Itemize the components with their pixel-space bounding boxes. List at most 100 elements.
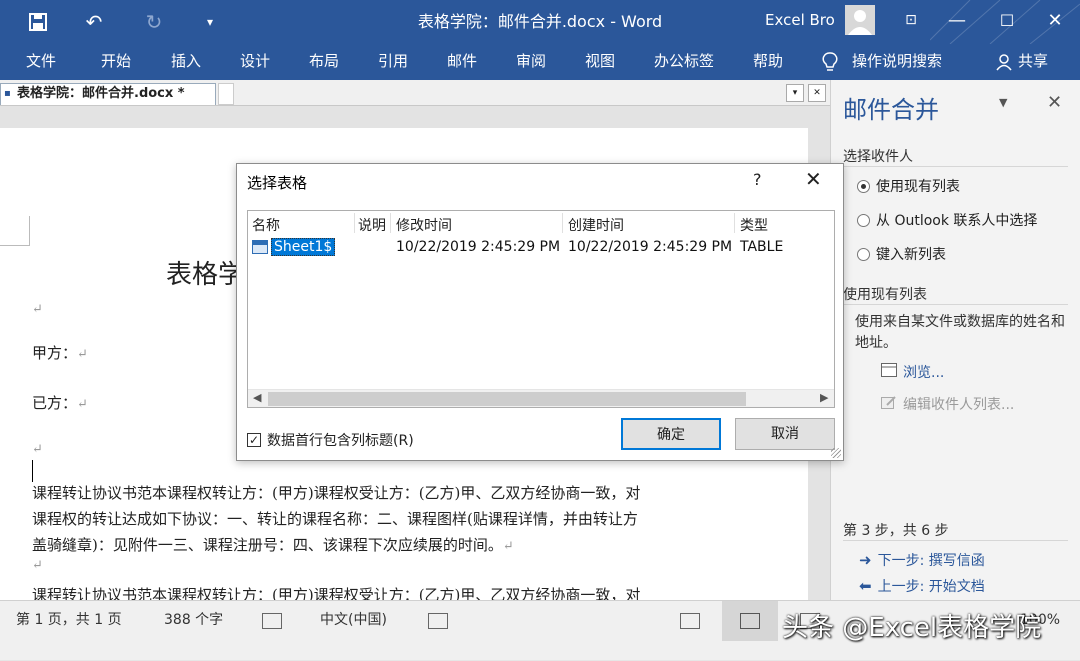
tab-help[interactable]: 帮助 (753, 44, 783, 80)
first-row-headers-checkbox[interactable]: ✓ 数据首行包含列标题(R) (247, 430, 414, 450)
word-count[interactable]: 388 个字 (164, 601, 223, 661)
pane-description: 使用来自某文件或数据库的姓名和地址。 (855, 314, 1065, 351)
section-select-recipients: 选择收件人 (843, 149, 913, 165)
document-tab-icon: ▪ (4, 88, 11, 99)
save-icon[interactable] (18, 0, 58, 44)
column-separator[interactable] (354, 213, 355, 233)
body-line-4: 课程转让协议书范本课程权转让方：(甲方)课程权受让方：(乙方)甲、乙双方经协商一… (32, 586, 641, 600)
proofing-icon[interactable] (262, 613, 282, 629)
tell-me-search[interactable]: 操作说明搜索 (852, 44, 942, 80)
divider (843, 166, 1068, 167)
table-row[interactable]: Sheet1$ (252, 237, 336, 257)
column-header-created[interactable]: 创建时间 (568, 215, 624, 235)
radio-use-existing-list[interactable]: 使用现有列表 (857, 176, 960, 196)
tab-review[interactable]: 审阅 (516, 44, 546, 80)
ok-button[interactable]: 确定 (621, 418, 721, 450)
cancel-button[interactable]: 取消 (735, 418, 835, 450)
tab-file[interactable]: 文件 (26, 44, 56, 80)
tab-insert[interactable]: 插入 (171, 44, 201, 80)
radio-label: 键入新列表 (876, 247, 946, 263)
edit-recipient-list-link[interactable]: 编辑收件人列表... (881, 394, 1014, 414)
ribbon-tabs: 文件 开始 插入 设计 布局 引用 邮件 审阅 视图 办公标签 帮助 操作说明搜… (0, 44, 1080, 80)
column-separator[interactable] (734, 213, 735, 233)
scroll-left-icon[interactable]: ◀ (253, 391, 261, 404)
column-header-type[interactable]: 类型 (740, 215, 768, 235)
avatar[interactable] (845, 5, 875, 35)
scrollbar-thumb[interactable] (268, 392, 746, 406)
horizontal-scrollbar[interactable]: ◀ ▶ (248, 389, 834, 407)
pane-options-icon[interactable]: ▼ (999, 96, 1007, 109)
paragraph-mark: ↵ (32, 558, 43, 573)
minimize-icon[interactable]: — (934, 0, 980, 40)
margin-mark (0, 216, 30, 246)
language-indicator[interactable]: 中文(中国) (320, 601, 387, 661)
document-tab-strip: ▪ 表格学院：邮件合并.docx * ▾ ✕ (0, 80, 830, 106)
dialog-close-icon[interactable]: ✕ (805, 167, 822, 191)
scroll-right-icon[interactable]: ▶ (820, 391, 828, 404)
maximize-icon[interactable]: ☐ (984, 0, 1030, 40)
paragraph-mark: ↵ (32, 442, 43, 457)
close-icon[interactable]: ✕ (1032, 0, 1078, 40)
resize-grip[interactable] (831, 448, 841, 458)
lightbulb-icon (822, 44, 838, 80)
help-button[interactable]: ? (753, 170, 762, 189)
document-tab[interactable]: ▪ 表格学院：邮件合并.docx * (0, 83, 216, 105)
customize-toolbar-icon[interactable]: ▾ (190, 0, 230, 44)
ribbon-display-icon[interactable]: ⊡ (888, 0, 934, 40)
tab-view[interactable]: 视图 (585, 44, 615, 80)
tab-list-dropdown-icon[interactable]: ▾ (786, 84, 804, 102)
step-indicator: 第 3 步，共 6 步 (843, 523, 949, 539)
redo-icon[interactable]: ↻ (134, 0, 174, 44)
column-header-modified[interactable]: 修改时间 (396, 215, 452, 235)
body-line-3-text: 盖骑缝章)：见附件一三、课程注册号：四、该课程下次应续展的时间。 (32, 536, 503, 554)
user-name[interactable]: Excel Bro (765, 0, 835, 44)
party-a-text: 甲方： (32, 344, 78, 362)
body-line-1: 课程转让协议书范本课程权转让方：(甲方)课程权受让方：(乙方)甲、乙双方经协商一… (32, 484, 641, 502)
select-table-dialog: 选择表格 ? ✕ 名称 说明 修改时间 创建时间 类型 Sheet1$ 10/2… (236, 163, 844, 461)
row-type-cell: TABLE (740, 239, 784, 255)
read-mode-icon[interactable] (680, 613, 700, 629)
tab-mailings[interactable]: 邮件 (447, 44, 477, 80)
tab-layout[interactable]: 布局 (309, 44, 339, 80)
status-bar: 第 1 页，共 1 页 388 个字 中文(中国) 100% 头条 @Excel… (0, 600, 1080, 660)
edit-list-icon (881, 395, 897, 413)
pane-close-icon[interactable]: ✕ (1047, 92, 1062, 113)
tab-office-tab[interactable]: 办公标签 (654, 44, 714, 80)
party-b-text: 已方： (32, 394, 78, 412)
undo-icon[interactable]: ↶ (74, 0, 114, 44)
new-tab-button[interactable] (218, 83, 234, 105)
section-use-existing-list: 使用现有列表 (843, 287, 927, 303)
divider (843, 540, 1068, 541)
radio-dot (857, 247, 870, 261)
tab-close-icon[interactable]: ✕ (808, 84, 826, 102)
column-header-description[interactable]: 说明 (358, 215, 386, 235)
column-separator[interactable] (562, 213, 563, 233)
party-a-label: 甲方：↵ (32, 342, 88, 363)
body-line-2: 课程权的转让达成如下协议：一、转让的课程名称：二、课程图样(贴课程详情，并由转让… (32, 510, 638, 528)
radio-type-new-list[interactable]: 键入新列表 (857, 244, 946, 264)
arrow-left-icon: ⬅ (859, 577, 872, 595)
macro-icon[interactable] (428, 613, 448, 629)
body-line-3: 盖骑缝章)：见附件一三、课程注册号：四、该课程下次应续展的时间。↵ (32, 534, 514, 555)
tab-design[interactable]: 设计 (240, 44, 270, 80)
document-heading: 表格学 (166, 260, 245, 290)
browse-icon (881, 363, 897, 381)
prev-step-link[interactable]: ⬅ 上一步: 开始文档 (859, 576, 985, 596)
radio-outlook-contacts[interactable]: 从 Outlook 联系人中选择 (857, 210, 1037, 230)
radio-label: 使用现有列表 (876, 179, 960, 195)
dialog-title: 选择表格 (247, 174, 308, 192)
prev-step-label: 上一步: 开始文档 (877, 579, 985, 595)
page-count[interactable]: 第 1 页，共 1 页 (16, 601, 122, 661)
paragraph-mark: ↵ (502, 539, 514, 554)
share-button[interactable]: 共享 (1018, 44, 1048, 80)
browse-link[interactable]: 浏览... (881, 362, 944, 382)
edit-list-label: 编辑收件人列表... (903, 397, 1015, 413)
column-separator[interactable] (390, 213, 391, 233)
paragraph-mark: ↵ (32, 302, 43, 317)
tab-references[interactable]: 引用 (378, 44, 408, 80)
next-step-link[interactable]: ➜ 下一步: 撰写信函 (859, 550, 985, 570)
table-list[interactable]: 名称 说明 修改时间 创建时间 类型 Sheet1$ 10/22/2019 2:… (247, 210, 835, 408)
tab-home[interactable]: 开始 (101, 44, 131, 80)
column-header-name[interactable]: 名称 (252, 215, 280, 235)
print-layout-button[interactable] (722, 601, 778, 641)
